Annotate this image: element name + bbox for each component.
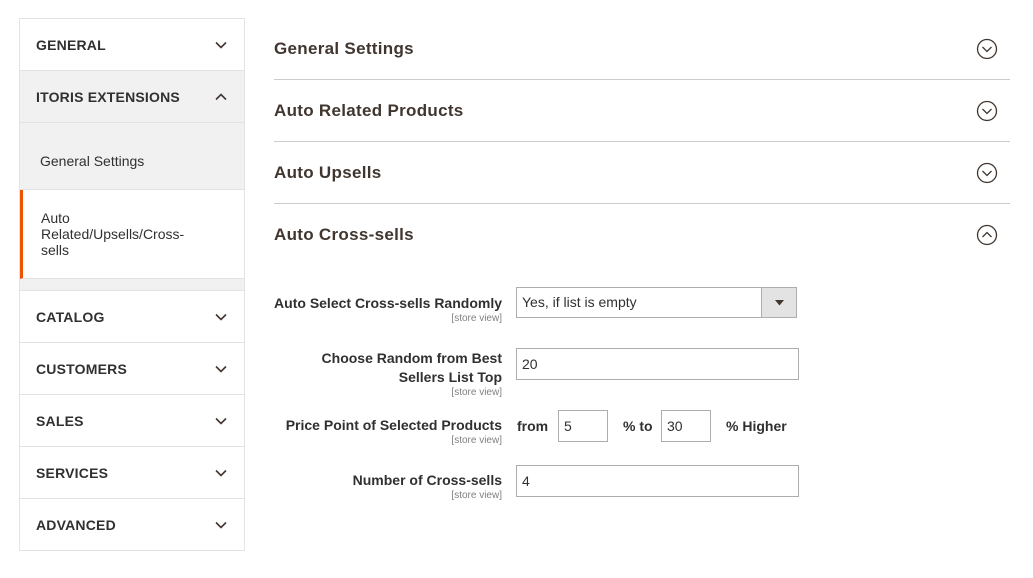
chevron-down-icon xyxy=(214,310,228,324)
scope-label: [store view] xyxy=(451,313,502,324)
number-of-cross-sells-input[interactable] xyxy=(516,465,799,497)
sidebar-section-label: CUSTOMERS xyxy=(36,360,127,377)
circle-chevron-down-icon xyxy=(976,38,998,59)
scope-label: [store view] xyxy=(451,490,502,501)
field-label: Choose Random from Best Sellers List Top… xyxy=(322,349,502,399)
sidebar-section-services[interactable]: SERVICES xyxy=(20,447,244,499)
chevron-down-icon xyxy=(214,414,228,428)
sidebar-section-sales[interactable]: SALES xyxy=(20,395,244,447)
chevron-down-icon xyxy=(214,466,228,480)
field-label-line2: Sellers List Top xyxy=(398,369,502,385)
sidebar-section-general[interactable]: GENERAL xyxy=(20,19,244,71)
field-label-line1: Choose Random from Best xyxy=(321,350,502,366)
field-label: Price Point of Selected Products [store … xyxy=(286,416,502,447)
best-sellers-top-input[interactable] xyxy=(516,348,799,380)
sidebar-section-label: SERVICES xyxy=(36,464,109,481)
panel-title: General Settings xyxy=(274,38,414,58)
chevron-up-icon xyxy=(214,90,228,104)
field-label-text: Price Point of Selected Products xyxy=(285,417,502,433)
sidebar-section-itoris-extensions[interactable]: ITORIS EXTENSIONS xyxy=(20,71,244,123)
sidebar-section-advanced[interactable]: ADVANCED xyxy=(20,499,244,551)
field-label: Number of Cross-sells [store view] xyxy=(353,471,502,502)
panel-auto-related-products[interactable]: Auto Related Products xyxy=(274,80,1010,142)
field-label: Auto Select Cross-sells Randomly [store … xyxy=(274,294,502,325)
panel-auto-upsells[interactable]: Auto Upsells xyxy=(274,142,1010,204)
panel-general-settings[interactable]: General Settings xyxy=(274,18,1010,80)
sidebar-item-general-settings[interactable]: General Settings xyxy=(20,123,244,190)
from-text: from xyxy=(517,418,549,434)
scope-label: [store view] xyxy=(451,435,502,446)
select-value: Yes, if list is empty xyxy=(522,294,637,310)
sidebar-section-label: ITORIS EXTENSIONS xyxy=(36,88,180,105)
panel-title: Auto Cross-sells xyxy=(274,225,414,244)
sidebar-section-label: SALES xyxy=(36,412,84,429)
chevron-down-icon xyxy=(214,362,228,376)
sidebar-item-label: General Settings xyxy=(40,153,145,169)
field-label-text: Number of Cross-sells xyxy=(352,472,502,488)
panel-auto-cross-sells[interactable]: Auto Cross-sells xyxy=(274,204,1010,266)
field-label-text: Auto Select Cross-sells Randomly xyxy=(274,295,502,311)
price-from-input[interactable] xyxy=(558,410,608,442)
panel-title: Auto Upsells xyxy=(274,162,382,182)
sidebar-section-label: CATALOG xyxy=(36,308,105,325)
sidebar-item-label: Auto Related/Upsells/Cross-sells xyxy=(41,210,185,258)
sidebar-section-label: GENERAL xyxy=(36,36,106,53)
auto-select-dropdown[interactable]: Yes, if list is empty xyxy=(516,287,797,318)
chevron-down-icon xyxy=(214,518,228,532)
price-to-input[interactable] xyxy=(661,410,711,442)
chevron-down-icon xyxy=(214,38,228,52)
sidebar-section-catalog[interactable]: CATALOG xyxy=(20,291,244,343)
sidebar-divider xyxy=(20,279,244,291)
circle-chevron-up-icon xyxy=(976,224,998,246)
higher-text: % Higher xyxy=(726,418,787,434)
circle-chevron-down-icon xyxy=(976,162,998,183)
config-sidebar: GENERAL ITORIS EXTENSIONS General Settin… xyxy=(19,18,245,551)
sidebar-section-label: ADVANCED xyxy=(36,516,116,533)
caret-down-icon[interactable] xyxy=(761,288,796,317)
config-panels: General Settings Auto Related Products A… xyxy=(274,18,1010,266)
sidebar-item-auto-related-upsells-cross-sells[interactable]: Auto Related/Upsells/Cross-sells xyxy=(20,190,244,279)
scope-label: [store view] xyxy=(451,387,502,398)
panel-title: Auto Related Products xyxy=(274,100,464,120)
sidebar-subitems: General Settings Auto Related/Upsells/Cr… xyxy=(20,123,244,291)
sidebar-section-customers[interactable]: CUSTOMERS xyxy=(20,343,244,395)
to-text: % to xyxy=(623,418,653,434)
circle-chevron-down-icon xyxy=(976,100,998,121)
